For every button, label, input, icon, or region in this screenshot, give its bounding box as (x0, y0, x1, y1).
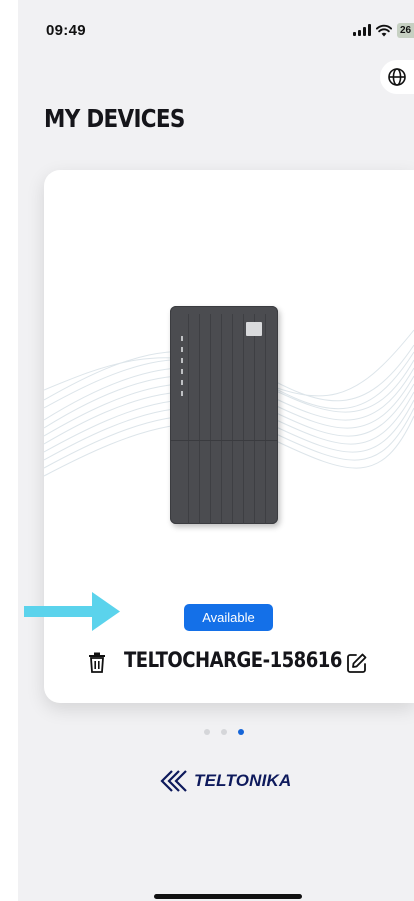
signal-icon (353, 24, 371, 36)
edit-icon[interactable] (346, 652, 368, 674)
status-time: 09:49 (46, 22, 86, 39)
hint-arrow-icon (24, 592, 120, 631)
brand-logo: TELTONIKA (158, 766, 292, 796)
charger-logo-icon (246, 322, 262, 336)
charger-image (170, 306, 278, 524)
charger-led-icon (181, 336, 183, 402)
language-button[interactable] (380, 60, 414, 94)
globe-icon (388, 68, 406, 86)
status-badge: Available (184, 604, 273, 631)
teltonika-logo-icon (160, 770, 187, 792)
trash-icon[interactable] (88, 652, 106, 674)
page-dot[interactable] (221, 729, 227, 735)
battery-icon: 26 (397, 22, 414, 38)
page-title: MY DEVICES (44, 104, 185, 133)
status-icons: 26 (353, 21, 414, 39)
wifi-icon (376, 24, 392, 36)
home-indicator[interactable] (154, 894, 302, 899)
device-name: TELTOCHARGE-158616 (124, 648, 342, 672)
status-bar: 09:49 26 (18, 0, 414, 56)
page-dot-active[interactable] (238, 729, 244, 735)
app-screen: 09:49 26 MY DEVICES Available TELTOCHARG… (18, 0, 414, 901)
page-indicator (204, 729, 244, 735)
device-row: TELTOCHARGE-158616 (44, 646, 414, 682)
page-dot[interactable] (204, 729, 210, 735)
brand-name: TELTONIKA (194, 771, 292, 790)
